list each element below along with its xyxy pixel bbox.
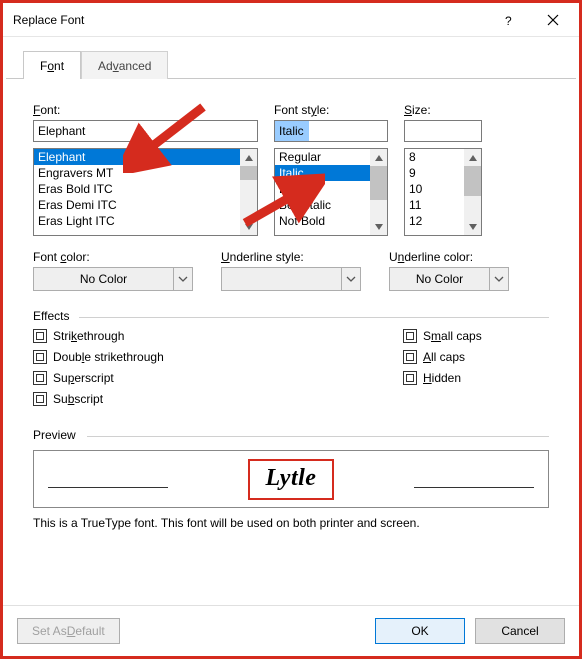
preview-group-label: Preview	[33, 428, 549, 442]
scroll-down-icon[interactable]	[464, 218, 481, 235]
set-as-default-button[interactable]: Set As Default	[17, 618, 120, 644]
scroll-up-icon[interactable]	[370, 149, 387, 166]
font-style-list[interactable]: Regular Italic Bold Bold Italic Not Bold	[274, 148, 388, 236]
scroll-up-icon[interactable]	[240, 149, 257, 166]
chevron-down-icon[interactable]	[489, 267, 509, 291]
font-color-label: Font color:	[33, 250, 193, 264]
checkbox-icon	[33, 392, 47, 406]
chevron-down-icon[interactable]	[341, 267, 361, 291]
chevron-down-icon[interactable]	[173, 267, 193, 291]
list-item[interactable]: Italic	[275, 165, 370, 181]
checkbox-label: Strikethrough	[53, 329, 124, 343]
list-item[interactable]: Not Bold	[275, 213, 370, 229]
button-bar: Set As Default OK Cancel	[3, 605, 579, 656]
list-item[interactable]: Regular	[275, 149, 370, 165]
scroll-down-icon[interactable]	[240, 218, 257, 235]
underline-color-label: Underline color:	[389, 250, 509, 264]
underline-style-combo[interactable]	[221, 267, 361, 291]
list-item[interactable]: Eras Bold ITC	[34, 181, 240, 197]
hidden-checkbox[interactable]: Hidden	[403, 371, 482, 385]
svg-text:?: ?	[505, 14, 512, 27]
preview-baseline-right	[414, 487, 534, 488]
list-item[interactable]: Eras Light ITC	[34, 213, 240, 229]
size-list-scrollbar[interactable]	[464, 149, 481, 235]
underline-style-value	[221, 267, 341, 291]
checkbox-label: Hidden	[423, 371, 461, 385]
list-item[interactable]: 12	[405, 213, 464, 229]
underline-color-value: No Color	[389, 267, 489, 291]
titlebar: Replace Font ?	[3, 3, 579, 37]
ok-button[interactable]: OK	[375, 618, 465, 644]
checkbox-icon	[403, 329, 417, 343]
list-item[interactable]: Eras Demi ITC	[34, 197, 240, 213]
preview-text: Lytle	[266, 465, 317, 491]
checkbox-label: Double strikethrough	[53, 350, 164, 364]
list-item[interactable]: 9	[405, 165, 464, 181]
tab-strip: Font Advanced	[23, 51, 579, 79]
font-color-combo[interactable]: No Color	[33, 267, 193, 291]
list-item[interactable]: Elephant	[34, 149, 240, 165]
checkbox-label: Superscript	[53, 371, 114, 385]
dialog-title: Replace Font	[13, 13, 487, 27]
checkbox-icon	[403, 350, 417, 364]
preview-box: Lytle	[33, 450, 549, 508]
size-list[interactable]: 8 9 10 11 12	[404, 148, 482, 236]
help-button[interactable]: ?	[487, 6, 531, 34]
effects-group-label: Effects	[33, 309, 549, 323]
superscript-checkbox[interactable]: Superscript	[33, 371, 403, 385]
list-item[interactable]: Bold Italic	[275, 197, 370, 213]
checkbox-icon	[33, 350, 47, 364]
list-item[interactable]: Bold	[275, 181, 370, 197]
list-item[interactable]: 10	[405, 181, 464, 197]
scroll-down-icon[interactable]	[370, 218, 387, 235]
font-style-input[interactable]	[274, 120, 388, 142]
font-style-label: Font style:	[274, 103, 388, 117]
dialog-content: Font: Elephant Engravers MT Eras Bold IT…	[3, 79, 579, 605]
all-caps-checkbox[interactable]: All caps	[403, 350, 482, 364]
checkbox-label: Small caps	[423, 329, 482, 343]
font-list-scrollbar[interactable]	[240, 149, 257, 235]
scroll-up-icon[interactable]	[464, 149, 481, 166]
close-button[interactable]	[531, 6, 575, 34]
preview-description: This is a TrueType font. This font will …	[33, 516, 549, 530]
underline-color-combo[interactable]: No Color	[389, 267, 509, 291]
list-item[interactable]: Engravers MT	[34, 165, 240, 181]
cancel-button[interactable]: Cancel	[475, 618, 565, 644]
checkbox-label: All caps	[423, 350, 465, 364]
subscript-checkbox[interactable]: Subscript	[33, 392, 403, 406]
font-input[interactable]	[33, 120, 258, 142]
preview-baseline-left	[48, 487, 168, 488]
checkbox-icon	[33, 329, 47, 343]
tab-advanced[interactable]: Advanced	[81, 51, 168, 79]
style-list-scrollbar[interactable]	[370, 149, 387, 235]
checkbox-label: Subscript	[53, 392, 103, 406]
tab-font[interactable]: Font	[23, 51, 81, 79]
checkbox-icon	[33, 371, 47, 385]
small-caps-checkbox[interactable]: Small caps	[403, 329, 482, 343]
replace-font-dialog: Replace Font ? Font Advanced Font: Eleph…	[0, 0, 582, 659]
double-strikethrough-checkbox[interactable]: Double strikethrough	[33, 350, 403, 364]
list-item[interactable]: 11	[405, 197, 464, 213]
strikethrough-checkbox[interactable]: Strikethrough	[33, 329, 403, 343]
underline-style-label: Underline style:	[221, 250, 361, 264]
size-input[interactable]	[404, 120, 482, 142]
font-color-value: No Color	[33, 267, 173, 291]
preview-highlight: Lytle	[248, 459, 335, 500]
size-label: Size:	[404, 103, 482, 117]
list-item[interactable]: 8	[405, 149, 464, 165]
checkbox-icon	[403, 371, 417, 385]
font-label: Font:	[33, 103, 258, 117]
font-list[interactable]: Elephant Engravers MT Eras Bold ITC Eras…	[33, 148, 258, 236]
